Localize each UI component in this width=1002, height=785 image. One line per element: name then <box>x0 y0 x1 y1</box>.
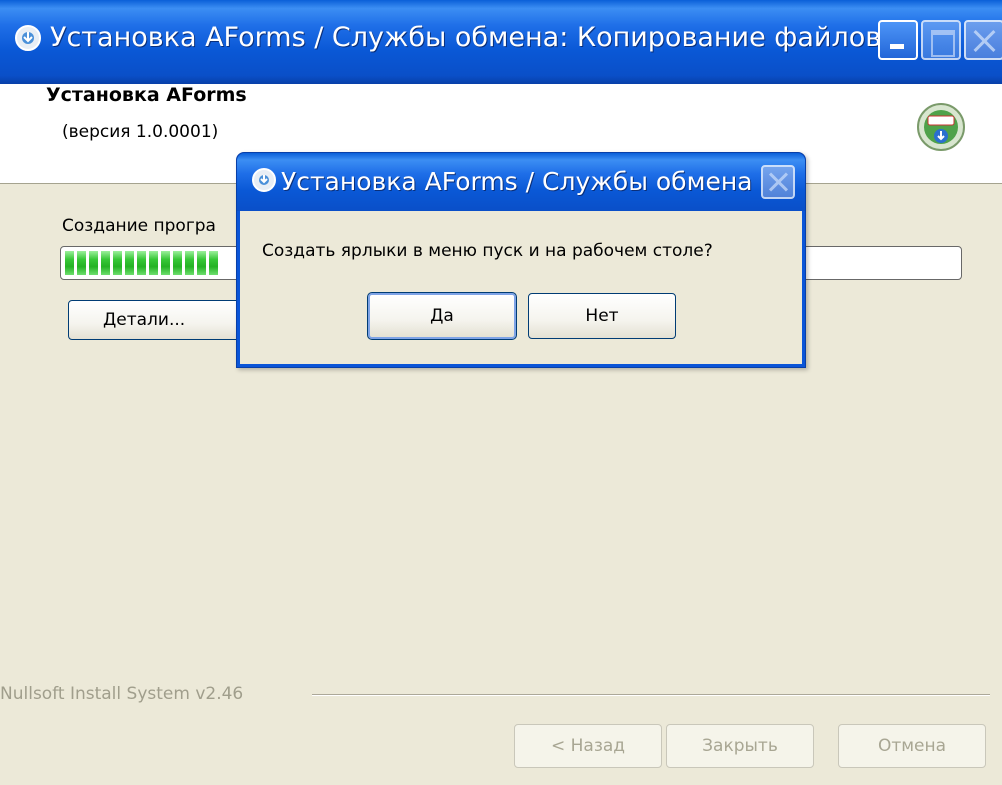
progress-segment <box>101 251 110 275</box>
details-button[interactable]: Детали... <box>68 300 244 340</box>
progress-segment <box>185 251 194 275</box>
maximize-button[interactable] <box>921 20 961 60</box>
minimize-button[interactable] <box>878 20 918 60</box>
progress-segment <box>89 251 98 275</box>
page-title: Установка AForms <box>46 84 247 106</box>
installer-window: Установка AForms / Службы обмена: Копиро… <box>0 0 1002 785</box>
close-window-button[interactable] <box>964 20 1002 60</box>
dialog-close-button[interactable] <box>761 165 795 199</box>
progress-segment <box>209 251 218 275</box>
progress-segment <box>125 251 134 275</box>
yes-button[interactable]: Да <box>367 292 517 340</box>
nsis-credit: Nullsoft Install System v2.46 <box>0 684 244 704</box>
window-title: Установка AForms / Службы обмена: Копиро… <box>50 22 882 53</box>
no-button[interactable]: Нет <box>528 293 676 339</box>
separator-line <box>312 694 990 696</box>
dialog-title: Установка AForms / Службы обмена <box>281 167 753 196</box>
progress-segment <box>65 251 74 275</box>
cancel-button[interactable]: Отмена <box>838 724 986 768</box>
progress-segment <box>113 251 122 275</box>
progress-segment <box>77 251 86 275</box>
dialog-titlebar[interactable]: Установка AForms / Службы обмена <box>237 153 805 211</box>
shortcut-dialog: Установка AForms / Службы обмена Создать… <box>236 152 806 368</box>
version-label: (версия 1.0.0001) <box>62 122 219 142</box>
progress-segment <box>161 251 170 275</box>
close-button[interactable]: Закрыть <box>666 724 814 768</box>
progress-segment <box>173 251 182 275</box>
dialog-body: Создать ярлыки в меню пуск и на рабочем … <box>240 211 802 364</box>
window-titlebar[interactable]: Установка AForms / Службы обмена: Копиро… <box>0 0 1002 84</box>
nsis-installer-icon <box>917 103 965 151</box>
installer-disc-icon <box>252 168 276 192</box>
back-button[interactable]: < Назад <box>514 724 662 768</box>
progress-segment <box>137 251 146 275</box>
dialog-message: Создать ярлыки в меню пуск и на рабочем … <box>262 241 713 261</box>
status-text: Создание програ <box>62 216 216 236</box>
progress-segment <box>149 251 158 275</box>
installer-disc-icon <box>15 25 41 51</box>
progress-segment <box>197 251 206 275</box>
